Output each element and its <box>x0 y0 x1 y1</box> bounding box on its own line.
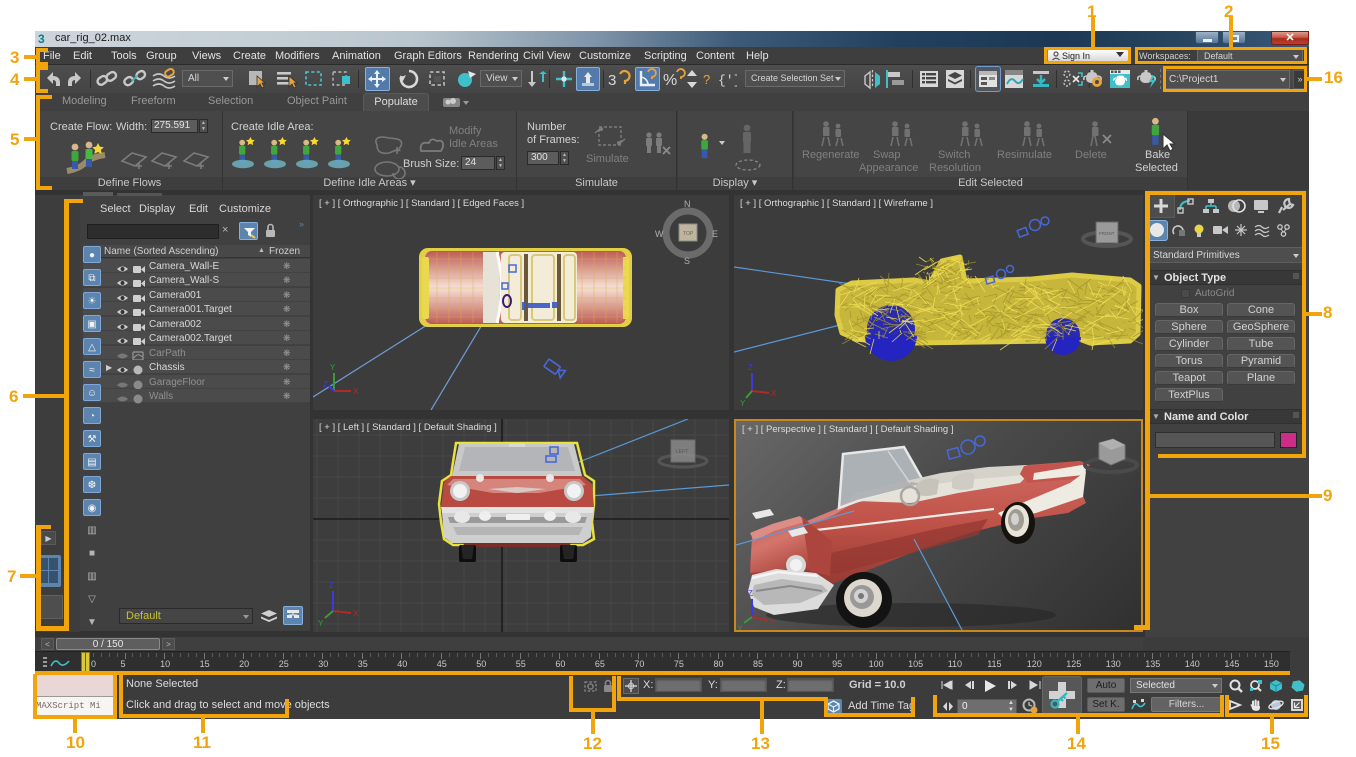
svg-text:Y: Y <box>318 619 324 628</box>
svg-text:LEFT: LEFT <box>676 449 688 455</box>
svg-text:X: X <box>771 389 777 398</box>
svg-text:x: x <box>770 617 774 626</box>
svg-text:%: % <box>663 72 677 89</box>
svg-text:FRONT: FRONT <box>1099 231 1115 236</box>
svg-text:y: y <box>738 623 742 630</box>
svg-text:W: W <box>655 229 664 239</box>
svg-text:X: X <box>353 387 359 396</box>
svg-text:X: X <box>353 609 359 618</box>
svg-text:?: ? <box>703 72 710 87</box>
svg-text:Z: Z <box>748 589 753 598</box>
svg-text:Y: Y <box>330 363 336 372</box>
svg-text:Z: Z <box>329 581 334 590</box>
svg-text:S: S <box>684 256 690 266</box>
svg-text:{′}: {′} <box>718 73 737 88</box>
svg-text:N: N <box>684 199 691 209</box>
svg-text:Y: Y <box>740 399 746 408</box>
svg-text:E: E <box>712 229 718 239</box>
svg-text:TOP: TOP <box>683 231 694 237</box>
svg-text:Z: Z <box>748 363 753 372</box>
svg-text:3: 3 <box>608 72 616 89</box>
svg-text:Z: Z <box>323 380 328 389</box>
svg-text:3: 3 <box>38 32 45 45</box>
